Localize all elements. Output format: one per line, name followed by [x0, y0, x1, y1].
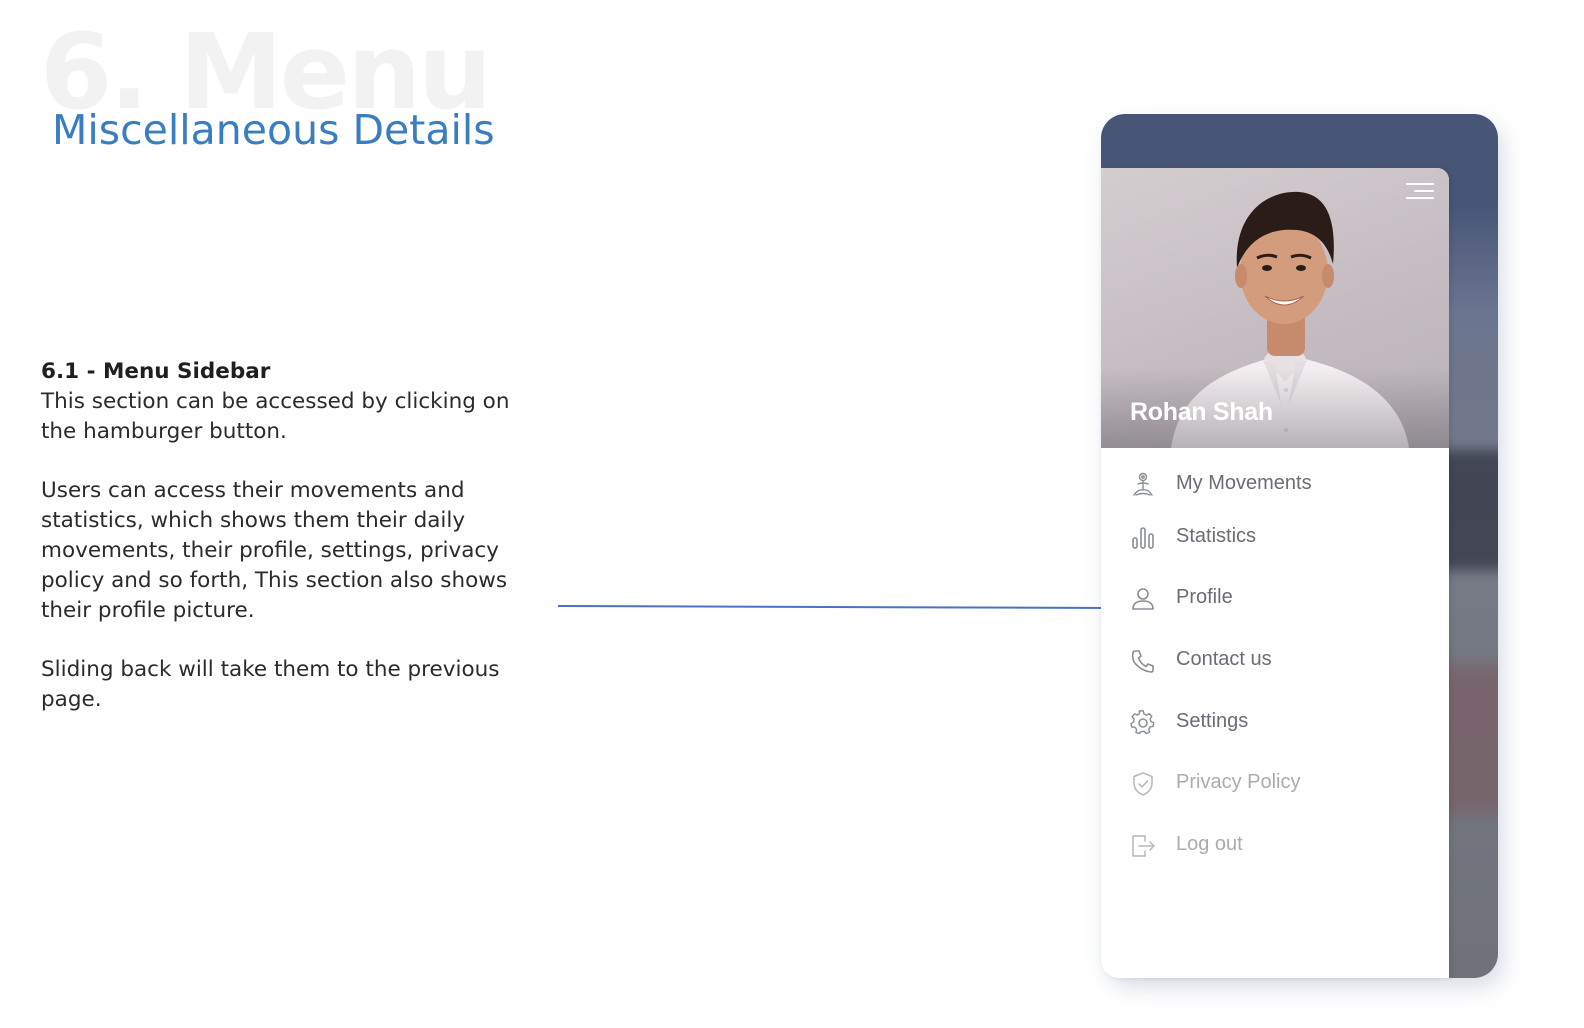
menu-item-contact-us[interactable]: Contact us	[1101, 639, 1449, 683]
menu-item-label: Privacy Policy	[1176, 771, 1301, 793]
yoga-figure-icon	[1129, 471, 1157, 499]
section-subtitle: Miscellaneous Details	[52, 106, 495, 154]
gear-icon	[1129, 709, 1157, 737]
menu-sidebar: Rohan Shah My Movements Statistics Profi…	[1101, 168, 1449, 978]
menu-item-my-movements[interactable]: My Movements	[1101, 463, 1449, 507]
bar-chart-icon	[1129, 524, 1157, 552]
callout-line	[557, 605, 1113, 609]
description-block: 6.1 - Menu Sidebar This section can be a…	[41, 357, 511, 744]
menu-item-label: Statistics	[1176, 525, 1257, 547]
logout-icon	[1129, 832, 1157, 860]
person-icon	[1129, 585, 1157, 613]
menu-item-log-out[interactable]: Log out	[1101, 824, 1449, 868]
hamburger-icon[interactable]	[1406, 181, 1434, 201]
menu-item-label: My Movements	[1176, 472, 1312, 494]
menu-item-statistics[interactable]: Statistics	[1101, 516, 1449, 560]
menu-item-label: Profile	[1176, 586, 1233, 608]
description-paragraph-3: Sliding back will take them to the previ…	[41, 657, 500, 712]
menu-item-profile[interactable]: Profile	[1101, 577, 1449, 621]
menu-item-label: Settings	[1176, 710, 1249, 732]
menu-item-settings[interactable]: Settings	[1101, 701, 1449, 745]
description-paragraph-1: This section can be accessed by clicking…	[41, 389, 510, 444]
profile-picture: Rohan Shah	[1101, 168, 1449, 448]
user-name: Rohan Shah	[1130, 398, 1273, 426]
description-paragraph-2: Users can access their movements and sta…	[41, 478, 508, 623]
shield-check-icon	[1129, 770, 1157, 798]
menu-item-label: Log out	[1176, 833, 1243, 855]
menu-item-privacy-policy[interactable]: Privacy Policy	[1101, 762, 1449, 806]
phone-icon	[1129, 647, 1157, 675]
description-heading: 6.1 - Menu Sidebar	[41, 359, 271, 384]
menu-item-label: Contact us	[1176, 648, 1272, 670]
